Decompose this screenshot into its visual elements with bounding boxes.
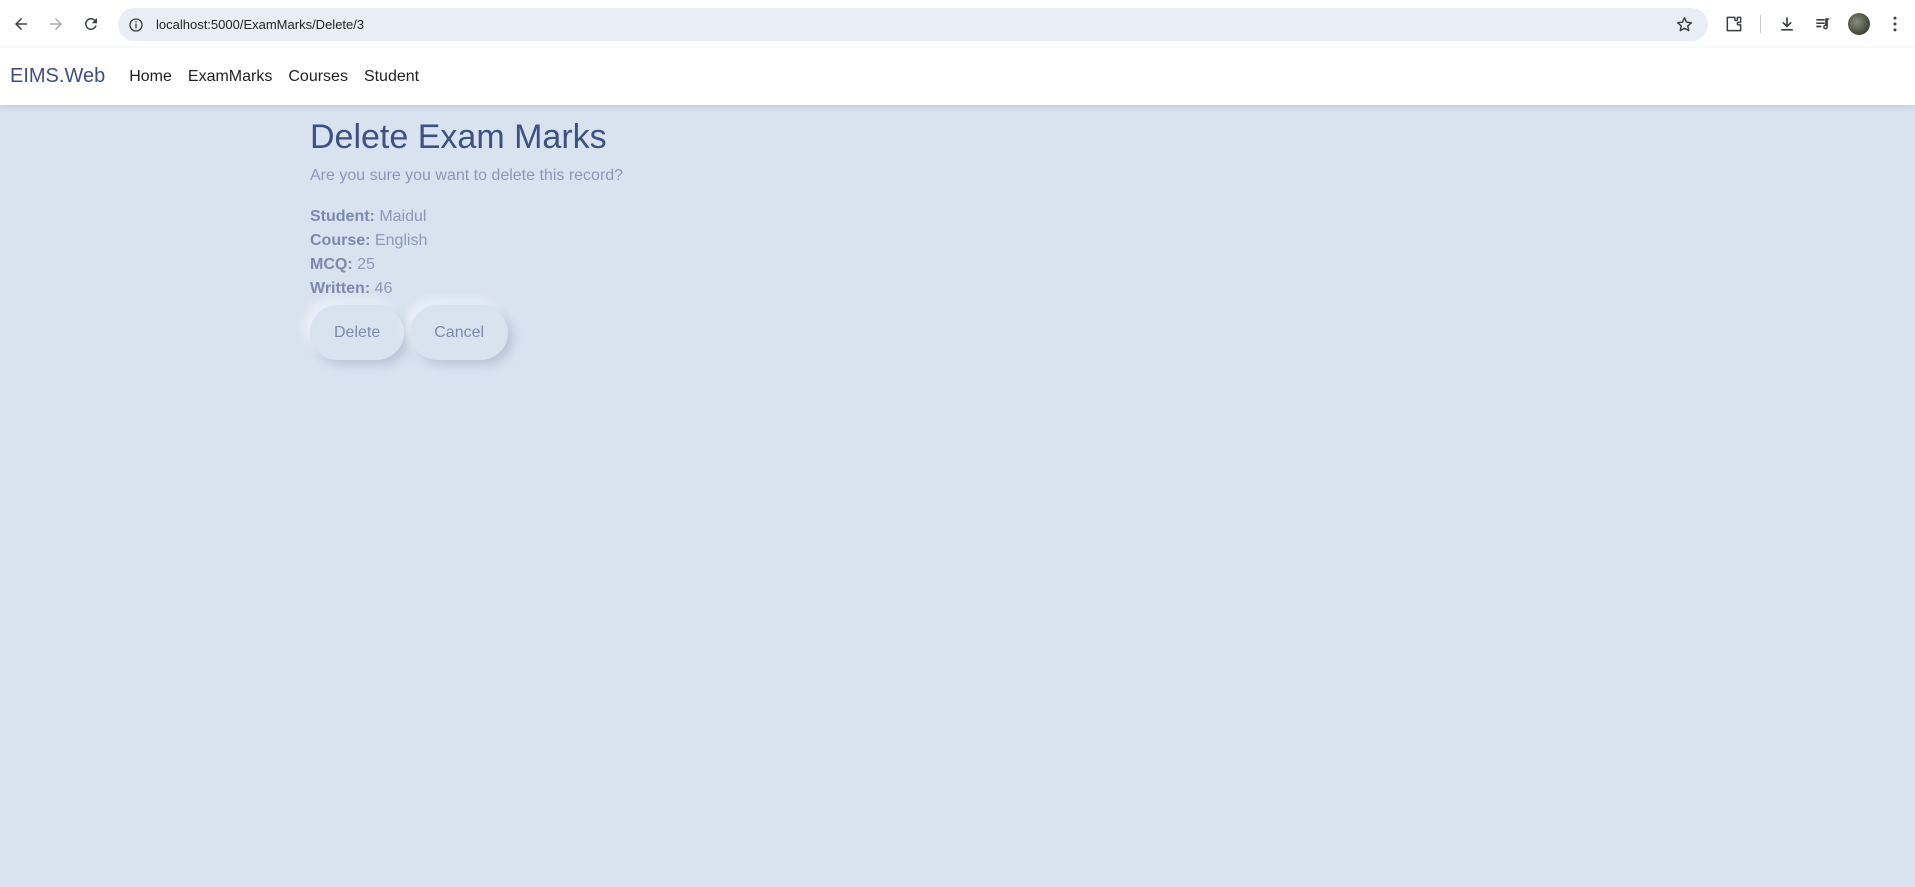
detail-mcq: MCQ: 25 — [310, 253, 623, 277]
reload-icon[interactable] — [76, 9, 106, 39]
app-navbar: EIMS.Web Home ExamMarks Courses Student — [0, 48, 1915, 105]
cancel-button[interactable]: Cancel — [410, 305, 509, 360]
back-icon[interactable] — [6, 9, 36, 39]
nav-link-home[interactable]: Home — [129, 68, 172, 86]
bookmark-star-icon[interactable] — [1675, 15, 1694, 34]
detail-label: Course: — [310, 232, 371, 249]
toolbar-separator — [1760, 15, 1761, 33]
address-bar[interactable]: localhost:5000/ExamMarks/Delete/3 — [118, 8, 1708, 41]
browser-right-icons — [1716, 0, 1915, 48]
nav-link-student[interactable]: Student — [364, 68, 419, 86]
detail-value: 25 — [357, 256, 375, 273]
detail-label: Student: — [310, 208, 375, 225]
nav-link-courses[interactable]: Courses — [288, 68, 348, 86]
action-buttons: Delete Cancel — [310, 305, 623, 360]
page-title: Delete Exam Marks — [310, 118, 607, 156]
detail-student: Student: Maidul — [310, 205, 623, 229]
detail-value: English — [374, 232, 428, 249]
detail-course: Course: English — [310, 229, 623, 253]
site-info-icon[interactable] — [128, 17, 144, 33]
media-control-icon[interactable] — [1811, 12, 1835, 36]
nav-link-exammarks[interactable]: ExamMarks — [188, 68, 272, 86]
forward-icon[interactable] — [41, 9, 71, 39]
extensions-icon[interactable] — [1722, 12, 1746, 36]
profile-avatar[interactable] — [1847, 12, 1871, 36]
detail-written: Written: 46 — [310, 277, 623, 301]
brand-link[interactable]: EIMS.Web — [10, 65, 105, 88]
detail-label: MCQ: — [310, 256, 353, 273]
detail-value: Maidul — [379, 208, 427, 225]
delete-button[interactable]: Delete — [310, 305, 405, 360]
detail-value: 46 — [374, 280, 393, 297]
detail-label: Written: — [310, 280, 371, 297]
browser-toolbar: localhost:5000/ExamMarks/Delete/3 — [0, 0, 1915, 48]
menu-kebab-icon[interactable] — [1883, 12, 1907, 36]
download-icon[interactable] — [1775, 12, 1799, 36]
confirm-message: Are you sure you want to delete this rec… — [310, 167, 624, 184]
main-content: Delete Exam Marks Are you sure you want … — [310, 118, 623, 360]
url-text[interactable]: localhost:5000/ExamMarks/Delete/3 — [156, 17, 364, 32]
